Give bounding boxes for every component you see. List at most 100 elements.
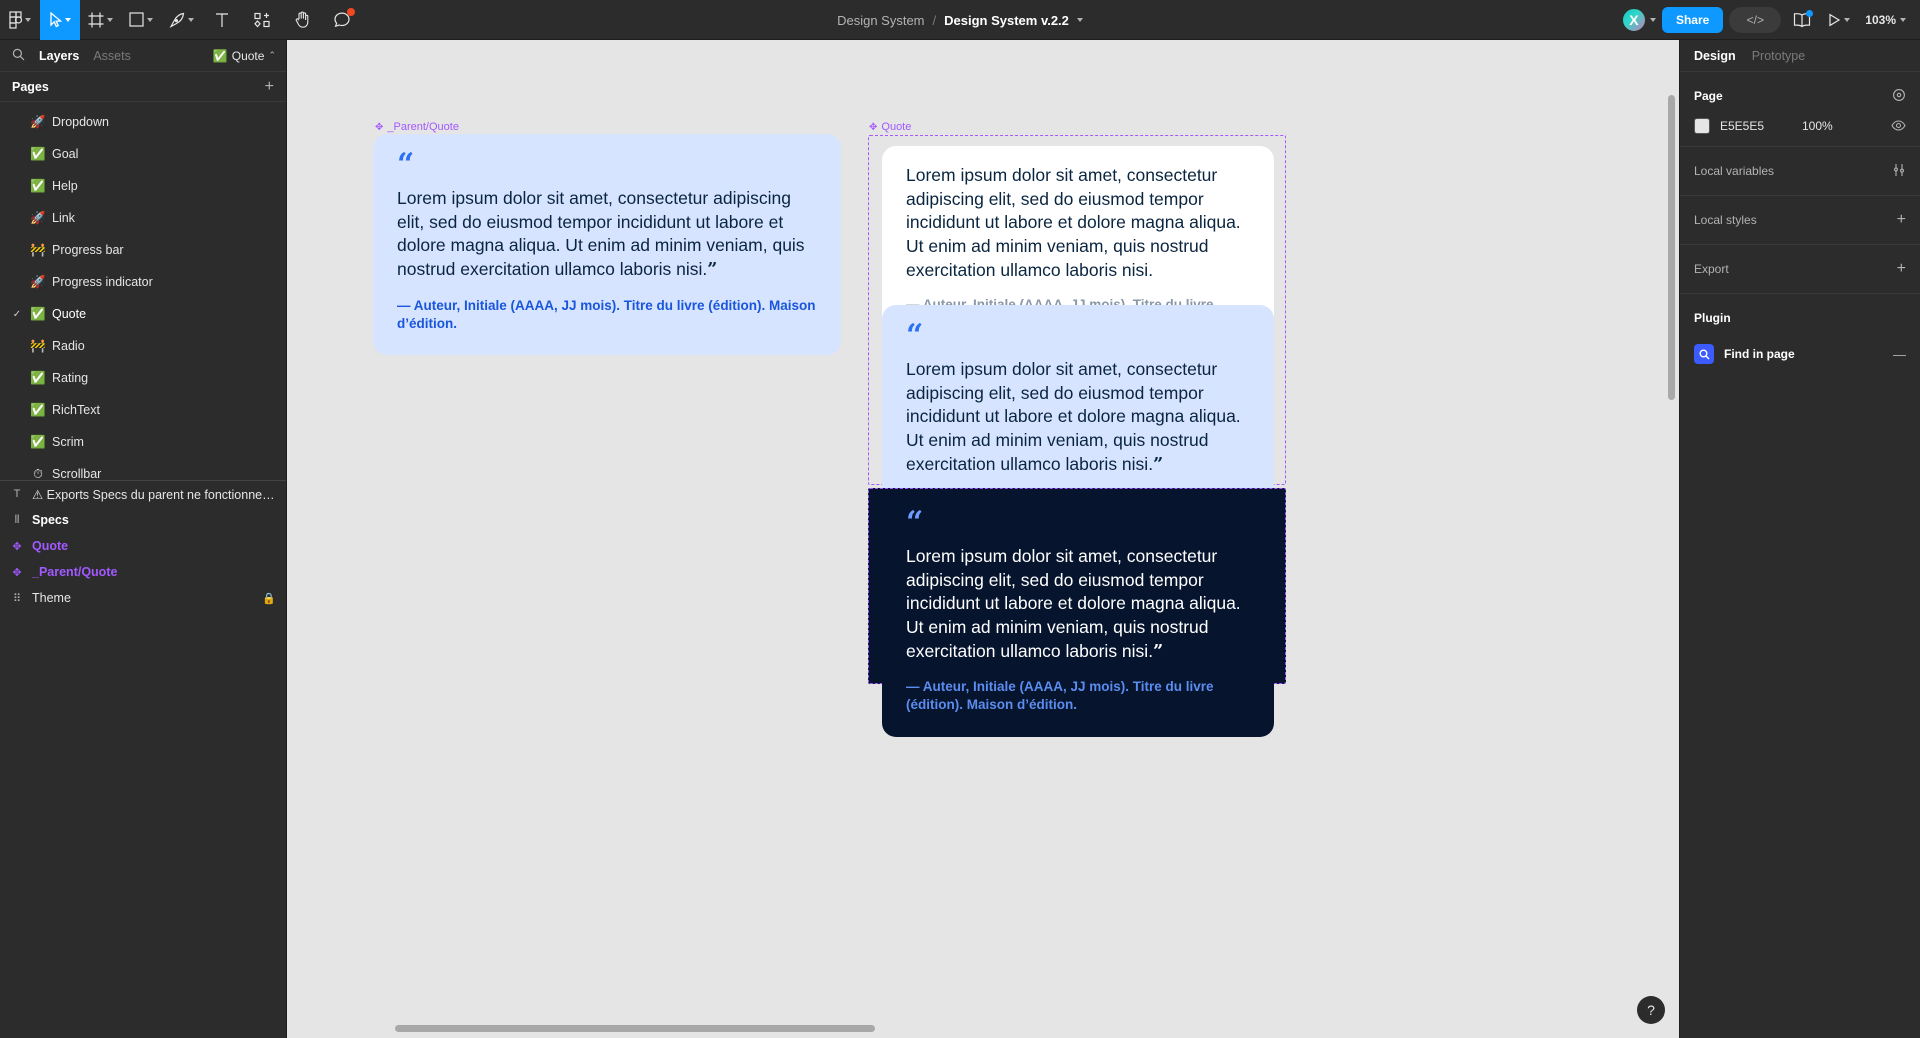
layer-item-theme[interactable]: ⠿ Theme 🔒 — [0, 585, 286, 611]
zoom-level-value: 103% — [1865, 13, 1896, 27]
horizontal-scrollbar[interactable] — [395, 1025, 875, 1032]
page-item-progress-bar[interactable]: 🚧 Progress bar — [0, 234, 286, 266]
local-styles-section[interactable]: Local styles + — [1680, 196, 1920, 245]
eye-icon[interactable] — [1891, 119, 1906, 134]
page-item-link[interactable]: 🚀 Link — [0, 202, 286, 234]
page-item-help[interactable]: ✅ Help — [0, 170, 286, 202]
page-item-rating[interactable]: ✅ Rating — [0, 362, 286, 394]
figma-menu-icon[interactable] — [0, 0, 40, 40]
page-item-label: Quote — [52, 307, 87, 321]
present-icon[interactable] — [1823, 5, 1853, 35]
layer-item-exports-specs-du-parent-ne-fonctionne-pas[interactable]: T ⚠ Exports Specs du parent ne fonctionne… — [0, 481, 286, 507]
search-icon[interactable] — [12, 48, 25, 64]
component-icon: ✥ — [375, 121, 384, 133]
sliders-icon[interactable] — [1892, 163, 1906, 180]
page-item-label: Radio — [52, 339, 85, 353]
layer-item-quote[interactable]: ✥ Quote — [0, 533, 286, 559]
add-style-button[interactable]: + — [1897, 212, 1906, 228]
toolbar-tools — [0, 0, 362, 40]
minus-icon[interactable]: — — [1893, 347, 1906, 362]
share-button[interactable]: Share — [1661, 7, 1724, 33]
page-item-label: Scrim — [52, 435, 84, 449]
vertical-scrollbar[interactable] — [1668, 95, 1675, 400]
tab-layers[interactable]: Layers — [39, 49, 79, 63]
text-tool-icon[interactable] — [202, 0, 242, 40]
chevron-down-icon — [188, 17, 194, 22]
page-item-emoji: ✅ — [30, 178, 46, 193]
layer-type-icon: ✥ — [12, 566, 22, 579]
comment-tool-icon[interactable] — [322, 0, 362, 40]
page-item-radio[interactable]: 🚧 Radio — [0, 330, 286, 362]
page-item-richtext[interactable]: ✅ RichText — [0, 394, 286, 426]
notification-dot — [347, 7, 355, 16]
layer-item-parent-quote[interactable]: ✥ _Parent/Quote — [0, 559, 286, 585]
page-item-emoji: ⏱ — [33, 466, 43, 481]
library-icon[interactable] — [1787, 5, 1817, 35]
settings-icon[interactable] — [1892, 88, 1906, 105]
page-selector-label: Quote — [231, 48, 265, 63]
move-tool-icon[interactable] — [40, 0, 80, 40]
quote-close-mark: ” — [1153, 641, 1164, 662]
quote-card-light[interactable]: “ Lorem ipsum dolor sit amet, consectetu… — [373, 134, 841, 355]
hand-tool-icon[interactable] — [282, 0, 322, 40]
page-item-emoji: ✅ — [30, 402, 46, 417]
local-variables-label: Local variables — [1694, 164, 1775, 178]
page-item-label: Rating — [52, 371, 89, 385]
page-item-label: Goal — [52, 147, 79, 161]
help-button[interactable]: ? — [1637, 996, 1665, 1024]
page-item-goal[interactable]: ✅ Goal — [0, 138, 286, 170]
page-color-opacity[interactable]: 100% — [1802, 119, 1833, 133]
quote-text: Lorem ipsum dolor sit amet, consectetur … — [906, 359, 1241, 475]
chevron-down-icon[interactable] — [1076, 18, 1083, 22]
layer-item-specs[interactable]: ⦀ Specs — [0, 507, 286, 533]
page-item-scrim[interactable]: ✅ Scrim — [0, 426, 286, 458]
layer-item-label: _Parent/Quote — [32, 565, 118, 579]
quote-author: — Auteur, Initiale (AAAA, JJ mois). Titr… — [906, 679, 1214, 713]
page-item-label: Progress indicator — [52, 275, 153, 289]
top-toolbar: Design System / Design System v.2.2 X Sh… — [0, 0, 1920, 40]
frame-label-parent-quote[interactable]: ✥ _Parent/Quote — [375, 121, 459, 133]
quote-open-mark: “ — [906, 505, 923, 540]
breadcrumb-file[interactable]: Design System v.2.2 — [944, 13, 1069, 28]
quote-text: Lorem ipsum dolor sit amet, consectetur … — [397, 188, 805, 280]
tab-prototype[interactable]: Prototype — [1752, 49, 1806, 63]
page-item-progress-indicator[interactable]: 🚀 Progress indicator — [0, 266, 286, 298]
lock-icon[interactable]: 🔒 — [262, 592, 276, 605]
page-item-emoji: ✅ — [30, 434, 46, 449]
pen-tool-icon[interactable] — [161, 0, 202, 40]
actions-tool-icon[interactable] — [242, 0, 282, 40]
page-item-emoji: ✅ — [30, 306, 46, 321]
plugin-name: Find in page — [1724, 347, 1795, 361]
page-item-emoji: ✅ — [30, 146, 46, 161]
plugin-find-in-page[interactable]: Find in page — — [1680, 334, 1920, 374]
page-selector[interactable]: ✅ Quote ⌃ — [213, 49, 276, 63]
page-item-dropdown[interactable]: 🚀 Dropdown — [0, 106, 286, 138]
frame-label-text: _Parent/Quote — [387, 121, 459, 133]
quote-open-mark: “ — [906, 318, 923, 353]
frame-label-quote[interactable]: ✥ Quote — [869, 121, 911, 133]
add-export-button[interactable]: + — [1897, 261, 1906, 277]
frame-tool-icon[interactable] — [80, 0, 121, 40]
layer-item-label: Theme — [32, 591, 71, 605]
breadcrumb-separator: / — [932, 12, 937, 28]
page-item-scrollbar[interactable]: ⏱ Scrollbar — [0, 458, 286, 481]
dev-mode-toggle[interactable]: </> — [1729, 7, 1782, 33]
library-update-dot — [1806, 10, 1814, 17]
page-item-quote[interactable]: ✓ ✅ Quote — [0, 298, 286, 330]
add-page-button[interactable]: + — [265, 78, 274, 95]
page-color-swatch[interactable] — [1694, 118, 1710, 134]
breadcrumb-project[interactable]: Design System — [837, 13, 924, 28]
local-variables-section[interactable]: Local variables — [1680, 147, 1920, 196]
page-color-hex[interactable]: E5E5E5 — [1720, 119, 1792, 133]
shape-tool-icon[interactable] — [121, 0, 161, 40]
canvas[interactable]: ✥ _Parent/Quote “ Lorem ipsum dolor sit … — [287, 40, 1679, 1038]
page-item-emoji: 🚀 — [30, 274, 46, 289]
tab-design[interactable]: Design — [1694, 49, 1736, 63]
avatar-menu[interactable]: X — [1620, 7, 1656, 33]
page-item-emoji: 🚧 — [30, 338, 46, 353]
quote-card-dark[interactable]: “ Lorem ipsum dolor sit amet, consectetu… — [882, 492, 1274, 737]
tab-assets[interactable]: Assets — [93, 49, 131, 63]
zoom-level-menu[interactable]: 103% — [1859, 13, 1912, 27]
export-section[interactable]: Export + — [1680, 245, 1920, 294]
left-sidebar-tabs: Layers Assets ✅ Quote ⌃ — [0, 40, 286, 72]
